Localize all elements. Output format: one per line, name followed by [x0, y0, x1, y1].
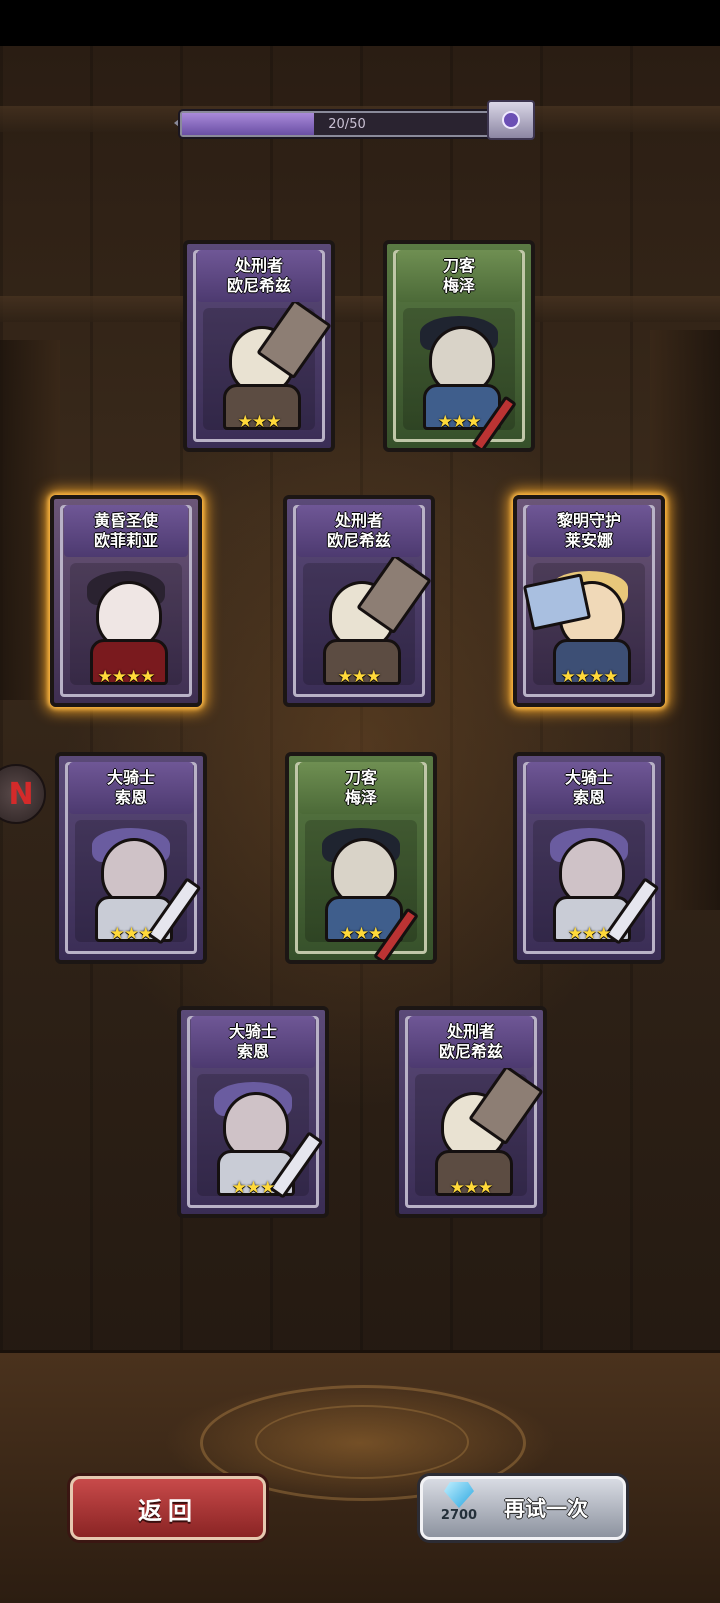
hero-name: 欧菲莉亚	[93, 531, 158, 550]
hero-card[interactable]: 大骑士 索恩 ★★★	[55, 752, 207, 964]
hero-card[interactable]: 大骑士 索恩 ★★★	[513, 752, 665, 964]
hero-title: 刀客	[442, 256, 475, 275]
hero-title: 大骑士	[228, 1022, 277, 1041]
hero-name: 索恩	[236, 1042, 269, 1061]
hero-name-ribbon: 处刑者 欧尼希兹	[297, 505, 421, 557]
summon-progress-bar: 20/50	[180, 111, 514, 137]
star-rating: ★★★★	[97, 667, 156, 687]
star-rating: ★★★	[337, 667, 382, 687]
table-rune-circle-inner	[255, 1405, 469, 1479]
hero-name-ribbon: 大骑士 索恩	[191, 1016, 315, 1068]
star-rating: ★★★	[567, 924, 612, 944]
hero-name: 欧尼希兹	[438, 1042, 503, 1061]
hero-name: 莱安娜	[564, 531, 613, 550]
hero-name: 梅泽	[442, 276, 475, 295]
hero-name: 梅泽	[344, 788, 377, 807]
star-rating: ★★★	[231, 1178, 276, 1198]
progress-label: 20/50	[328, 116, 366, 132]
hero-name: 索恩	[114, 788, 147, 807]
reward-chest-icon[interactable]	[487, 100, 535, 140]
hero-title: 刀客	[344, 768, 377, 787]
hero-card[interactable]: 刀客 梅泽 ★★★	[285, 752, 437, 964]
star-rating: ★★★	[237, 412, 282, 432]
hero-title: 大骑士	[564, 768, 613, 787]
hero-name: 欧尼希兹	[326, 531, 391, 550]
hero-name: 欧尼希兹	[226, 276, 291, 295]
status-bar	[0, 0, 720, 46]
hero-title: 大骑士	[106, 768, 155, 787]
hero-title: 黎明守护	[556, 511, 621, 530]
banner-icon: N	[8, 776, 34, 812]
hero-name-ribbon: 处刑者 欧尼希兹	[409, 1016, 533, 1068]
retry-cost: 2700	[440, 1508, 478, 1523]
back-button[interactable]: 返回	[70, 1476, 266, 1540]
hero-name: 索恩	[572, 788, 605, 807]
hero-name-ribbon: 黎明守护 莱安娜	[527, 505, 651, 557]
star-rating: ★★★	[339, 924, 384, 944]
hero-card[interactable]: 刀客 梅泽 ★★★	[383, 240, 535, 452]
hero-name-ribbon: 刀客 梅泽	[397, 250, 521, 302]
ceiling-beam	[0, 296, 720, 322]
hero-title: 处刑者	[334, 511, 383, 530]
hero-title: 黄昏圣使	[93, 511, 158, 530]
hero-card[interactable]: 大骑士 索恩 ★★★	[177, 1006, 329, 1218]
hero-card[interactable]: 处刑者 欧尼希兹 ★★★	[183, 240, 335, 452]
retry-label: 再试一次	[504, 1497, 588, 1521]
hero-card[interactable]: 黄昏圣使 欧菲莉亚 ★★★★	[50, 495, 202, 707]
hero-title: 处刑者	[446, 1022, 495, 1041]
hero-card[interactable]: 处刑者 欧尼希兹 ★★★	[395, 1006, 547, 1218]
star-rating: ★★★★	[560, 667, 619, 687]
star-rating: ★★★	[437, 412, 482, 432]
hero-name-ribbon: 刀客 梅泽	[299, 762, 423, 814]
star-rating: ★★★	[109, 924, 154, 944]
hero-name-ribbon: 大骑士 索恩	[69, 762, 193, 814]
hero-name-ribbon: 黄昏圣使 欧菲莉亚	[64, 505, 188, 557]
hero-name-ribbon: 大骑士 索恩	[527, 762, 651, 814]
hero-card[interactable]: 黎明守护 莱安娜 ★★★★	[513, 495, 665, 707]
hero-name-ribbon: 处刑者 欧尼希兹	[197, 250, 321, 302]
star-rating: ★★★	[449, 1178, 494, 1198]
hero-card[interactable]: 处刑者 欧尼希兹 ★★★	[283, 495, 435, 707]
hero-title: 处刑者	[234, 256, 283, 275]
chest-gem-icon	[502, 111, 520, 129]
